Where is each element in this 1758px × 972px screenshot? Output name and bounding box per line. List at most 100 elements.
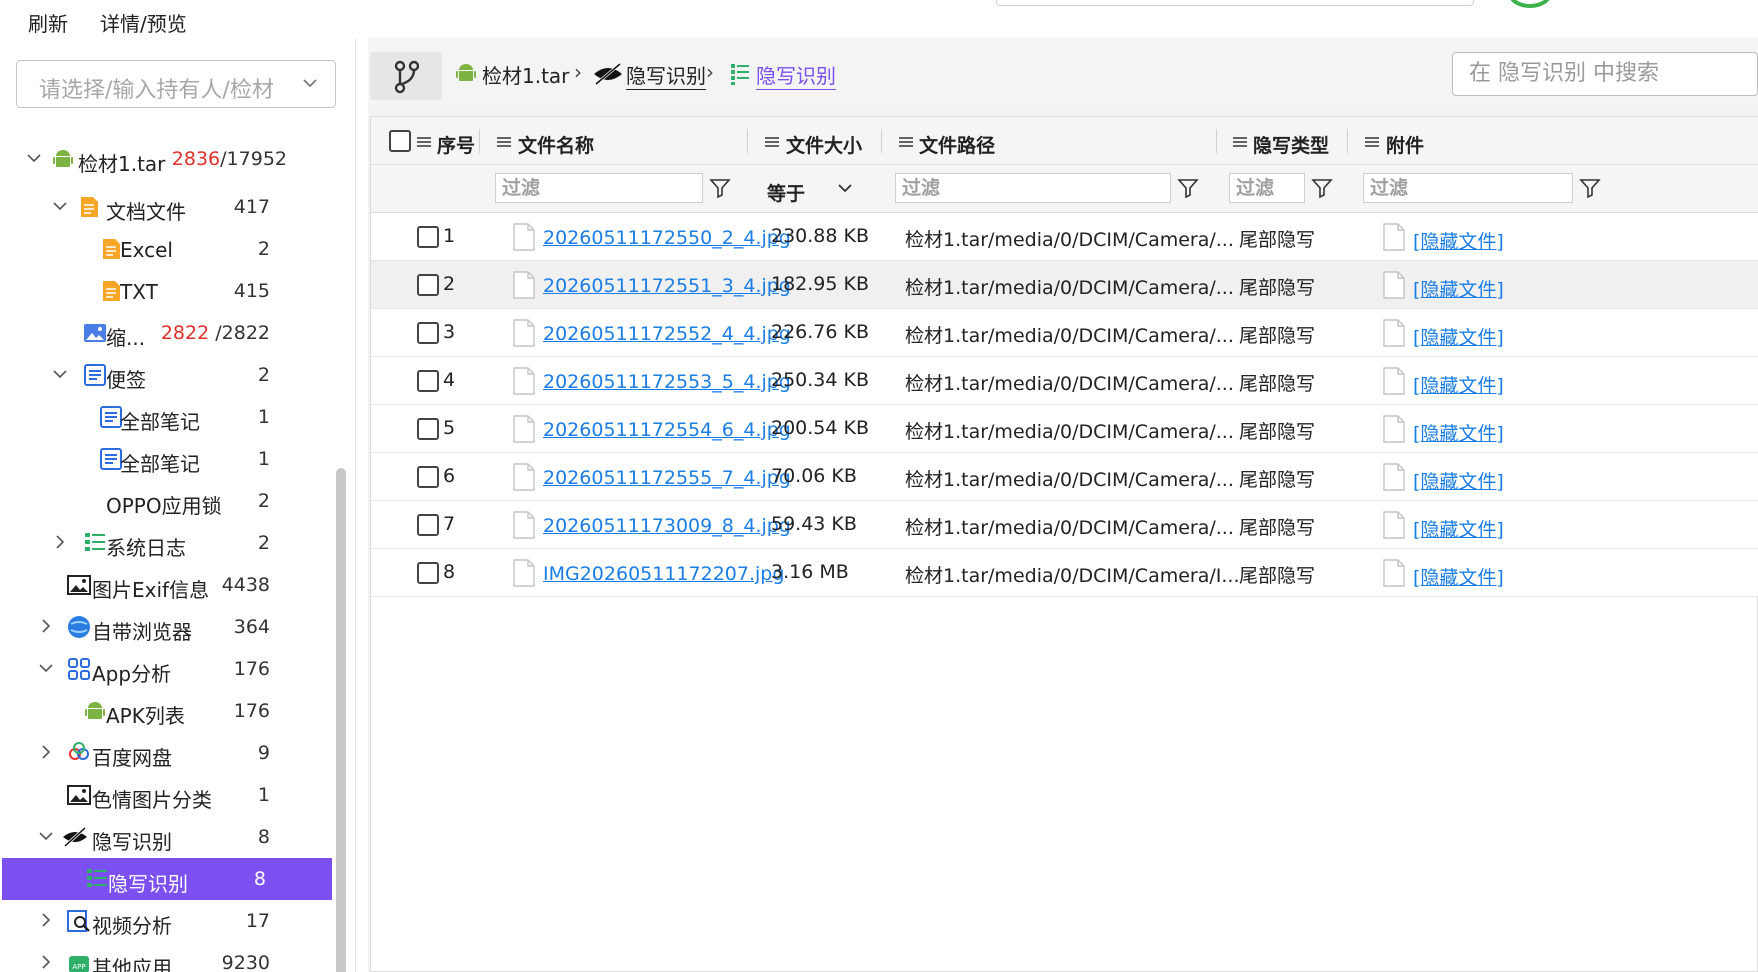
hidden-file-link[interactable]: [隐藏文件] bbox=[1413, 275, 1504, 302]
tree-item[interactable]: App分析 176 bbox=[0, 648, 336, 690]
hidden-file-link[interactable]: [隐藏文件] bbox=[1413, 323, 1504, 350]
tree-item[interactable]: 全部笔记 1 bbox=[0, 438, 336, 480]
row-checkbox[interactable] bbox=[417, 322, 439, 344]
table-row[interactable]: 1 20260511172550_2_4.jpg 230.88 KB 检材1.tar/… bbox=[371, 213, 1758, 261]
chevron-right-icon[interactable] bbox=[36, 742, 56, 762]
column-attachment[interactable]: 附件 bbox=[1386, 131, 1424, 158]
file-name-link[interactable]: IMG20260511172207.jpg bbox=[543, 563, 784, 585]
tree-item[interactable]: OPPO应用锁 2 bbox=[0, 480, 336, 522]
tree-item[interactable]: 百度网盘 9 bbox=[0, 732, 336, 774]
tree-item[interactable]: 全部笔记 1 bbox=[0, 396, 336, 438]
file-name-link[interactable]: 20260511172551_3_4.jpg bbox=[543, 275, 791, 297]
path-filter-input[interactable] bbox=[896, 174, 1170, 202]
tree-item[interactable]: 文档文件 417 bbox=[0, 186, 336, 228]
chevron-down-icon[interactable] bbox=[50, 196, 70, 216]
column-menu-icon[interactable] bbox=[1233, 137, 1247, 147]
tree-item[interactable]: 检材1.tar 2836/17952 bbox=[0, 138, 336, 180]
breadcrumb-item-stego[interactable]: 隐写识别 bbox=[626, 60, 706, 90]
table-row[interactable]: 4 20260511172553_5_4.jpg 250.34 KB 检材1.tar/… bbox=[371, 357, 1758, 405]
file-name-link[interactable]: 20260511172555_7_4.jpg bbox=[543, 467, 791, 489]
name-filter-input[interactable] bbox=[496, 174, 702, 202]
details-preview-menu[interactable]: 详情/预览 bbox=[100, 8, 187, 37]
tree-item[interactable]: 便签 2 bbox=[0, 354, 336, 396]
row-checkbox[interactable] bbox=[417, 370, 439, 392]
column-divider[interactable] bbox=[479, 129, 480, 153]
row-checkbox[interactable] bbox=[417, 514, 439, 536]
tree-item[interactable]: 隐写识别 8 bbox=[0, 816, 336, 858]
search-box[interactable] bbox=[1452, 52, 1758, 96]
chevron-down-icon[interactable] bbox=[24, 148, 44, 168]
column-file-path[interactable]: 文件路径 bbox=[919, 131, 995, 158]
file-name-link[interactable]: 20260511172553_5_4.jpg bbox=[543, 371, 791, 393]
tree-item[interactable]: APP 其他应用 9230 bbox=[0, 942, 336, 972]
tree-item[interactable]: Excel 2 bbox=[0, 228, 336, 270]
row-checkbox[interactable] bbox=[417, 418, 439, 440]
tree-item[interactable]: 视频分析 17 bbox=[0, 900, 336, 942]
table-row[interactable]: 2 20260511172551_3_4.jpg 182.95 KB 检材1.tar/… bbox=[371, 261, 1758, 309]
branch-button[interactable] bbox=[370, 52, 442, 100]
chevron-down-icon[interactable] bbox=[36, 658, 56, 678]
file-name-link[interactable]: 20260511173009_8_4.jpg bbox=[543, 515, 791, 537]
column-stego-type[interactable]: 隐写类型 bbox=[1253, 131, 1329, 158]
row-checkbox[interactable] bbox=[417, 562, 439, 584]
tree-item[interactable]: 自带浏览器 364 bbox=[0, 606, 336, 648]
tree-item[interactable]: 图片Exif信息 4438 bbox=[0, 564, 336, 606]
table-row[interactable]: 5 20260511172554_6_4.jpg 200.54 KB 检材1.tar/… bbox=[371, 405, 1758, 453]
table-row[interactable]: 6 20260511172555_7_4.jpg 70.06 KB 检材1.tar/m… bbox=[371, 453, 1758, 501]
tree-item[interactable]: 隐写识别 8 bbox=[2, 858, 332, 900]
table-row[interactable]: 8 IMG20260511172207.jpg 3.16 MB 检材1.tar/med… bbox=[371, 549, 1758, 597]
filter-icon[interactable] bbox=[1311, 177, 1333, 199]
column-file-name[interactable]: 文件名称 bbox=[518, 131, 594, 158]
column-menu-icon[interactable] bbox=[417, 137, 431, 147]
tree-item[interactable]: 系统日志 2 bbox=[0, 522, 336, 564]
size-operator-select[interactable]: 等于 bbox=[767, 179, 805, 206]
hidden-file-link[interactable]: [隐藏文件] bbox=[1413, 227, 1504, 254]
breadcrumb-item-current[interactable]: 隐写识别 bbox=[756, 60, 836, 90]
attachment-filter[interactable] bbox=[1363, 173, 1573, 203]
tree-item[interactable]: 色情图片分类 1 bbox=[0, 774, 336, 816]
column-menu-icon[interactable] bbox=[497, 137, 511, 147]
chevron-down-icon[interactable] bbox=[837, 181, 853, 195]
column-divider[interactable] bbox=[881, 129, 882, 153]
column-index[interactable]: 序号 bbox=[437, 131, 475, 158]
table-row[interactable]: 7 20260511173009_8_4.jpg 59.43 KB 检材1.tar/m… bbox=[371, 501, 1758, 549]
file-name-link[interactable]: 20260511172552_4_4.jpg bbox=[543, 323, 791, 345]
row-checkbox[interactable] bbox=[417, 466, 439, 488]
row-checkbox[interactable] bbox=[417, 226, 439, 248]
filter-icon[interactable] bbox=[1579, 177, 1601, 199]
hidden-file-link[interactable]: [隐藏文件] bbox=[1413, 563, 1504, 590]
chevron-right-icon[interactable] bbox=[36, 910, 56, 930]
path-filter[interactable] bbox=[895, 173, 1171, 203]
top-search-field[interactable] bbox=[996, 0, 1474, 6]
owner-select[interactable]: 请选择/输入持有人/检材 bbox=[16, 60, 336, 108]
left-scrollbar[interactable] bbox=[336, 468, 346, 972]
chevron-right-icon[interactable] bbox=[50, 532, 70, 552]
file-name-link[interactable]: 20260511172554_6_4.jpg bbox=[543, 419, 791, 441]
row-checkbox[interactable] bbox=[417, 274, 439, 296]
select-all-checkbox[interactable] bbox=[389, 130, 411, 152]
column-menu-icon[interactable] bbox=[1365, 137, 1379, 147]
search-input[interactable] bbox=[1469, 53, 1758, 93]
chevron-down-icon[interactable] bbox=[36, 826, 56, 846]
column-menu-icon[interactable] bbox=[765, 137, 779, 147]
hidden-file-link[interactable]: [隐藏文件] bbox=[1413, 419, 1504, 446]
breadcrumb-item-evidence[interactable]: 检材1.tar bbox=[482, 60, 569, 89]
column-menu-icon[interactable] bbox=[899, 137, 913, 147]
tree-item[interactable]: APK列表 176 bbox=[0, 690, 336, 732]
column-divider[interactable] bbox=[747, 129, 748, 153]
filter-icon[interactable] bbox=[709, 177, 731, 199]
hidden-file-link[interactable]: [隐藏文件] bbox=[1413, 467, 1504, 494]
hidden-file-link[interactable]: [隐藏文件] bbox=[1413, 371, 1504, 398]
tree-item[interactable]: 缩... 2822 /2822 bbox=[0, 312, 336, 354]
chevron-right-icon[interactable] bbox=[36, 952, 56, 972]
file-name-link[interactable]: 20260511172550_2_4.jpg bbox=[543, 227, 791, 249]
hidden-file-link[interactable]: [隐藏文件] bbox=[1413, 515, 1504, 542]
filter-icon[interactable] bbox=[1177, 177, 1199, 199]
column-file-size[interactable]: 文件大小 bbox=[786, 131, 862, 158]
attachment-filter-input[interactable] bbox=[1364, 174, 1572, 202]
column-divider[interactable] bbox=[1347, 129, 1348, 153]
name-filter[interactable] bbox=[495, 173, 703, 203]
type-filter-input[interactable] bbox=[1230, 174, 1304, 202]
column-divider[interactable] bbox=[1216, 129, 1217, 153]
refresh-menu[interactable]: 刷新 bbox=[28, 8, 68, 37]
